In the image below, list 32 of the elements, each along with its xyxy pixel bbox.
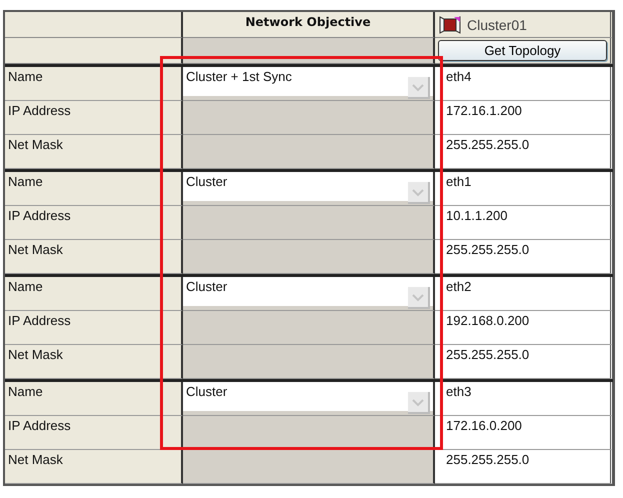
net-mask: 255.255.255.0 <box>446 452 530 467</box>
ip-address: 172.16.1.200 <box>446 103 522 118</box>
objective-dropdown[interactable]: Cluster <box>183 277 433 306</box>
ip-address: 10.1.1.200 <box>446 208 508 223</box>
row-label: IP Address <box>8 208 71 223</box>
row-label: IP Address <box>8 103 71 118</box>
row-label: IP Address <box>8 313 71 328</box>
row-label: Net Mask <box>8 347 63 362</box>
row-label: Net Mask <box>8 137 63 152</box>
cluster-name: Cluster01 <box>467 16 527 32</box>
objective-dropdown[interactable]: Cluster <box>183 172 433 201</box>
ip-address: 192.168.0.200 <box>446 313 530 328</box>
nic-name: eth2 <box>446 279 472 294</box>
row-label: Name <box>8 69 43 84</box>
net-mask: 255.255.255.0 <box>446 137 530 152</box>
net-mask: 255.255.255.0 <box>446 347 530 362</box>
objective-dropdown[interactable]: Cluster <box>183 382 433 411</box>
ip-address: 172.16.0.200 <box>446 418 522 433</box>
column-header: Network Objective <box>245 15 371 29</box>
get-topology-button[interactable]: Get Topology <box>438 40 607 61</box>
net-mask: 255.255.255.0 <box>446 242 530 257</box>
row-label: Name <box>8 279 43 294</box>
row-label: Name <box>8 174 43 189</box>
objective-dropdown[interactable]: Cluster + 1st Sync <box>183 67 433 96</box>
row-label: Name <box>8 384 43 399</box>
nic-name: eth1 <box>446 174 472 189</box>
row-label: Net Mask <box>8 452 63 467</box>
nic-name: eth4 <box>446 69 472 84</box>
row-label: IP Address <box>8 418 71 433</box>
row-label: Net Mask <box>8 242 63 257</box>
cluster-icon <box>439 16 461 34</box>
nic-name: eth3 <box>446 384 472 399</box>
